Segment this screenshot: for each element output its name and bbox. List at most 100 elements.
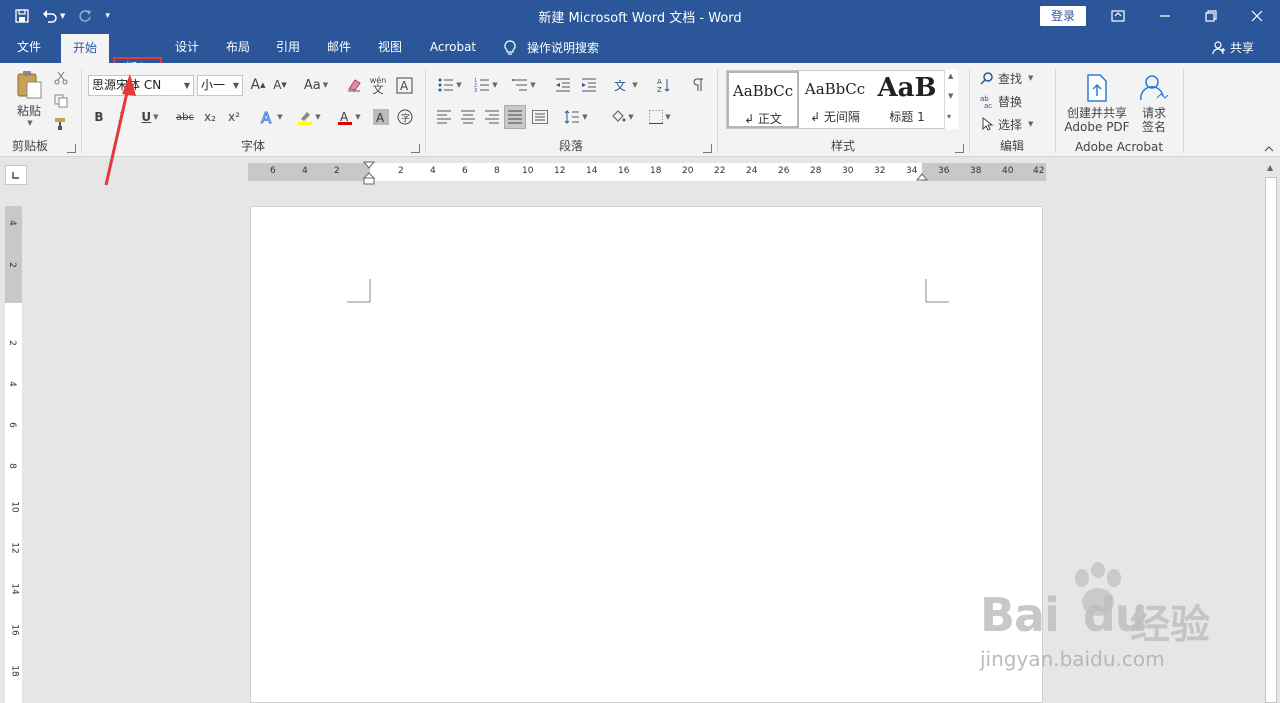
ribbon-home: 粘贴 ▼ 剪贴板 思源宋体 CN ▼ 小一 ▼ A ▲ A ▼ Aa ▼ wén…: [0, 63, 1280, 157]
replace-button[interactable]: ab ac 替换: [980, 92, 1052, 110]
font-color-button[interactable]: A ▼: [332, 107, 366, 127]
ruler-label: 10: [522, 166, 534, 176]
request-signature-label-1: 请求: [1141, 106, 1166, 120]
horizontal-ruler[interactable]: 6 4 2 2 4 6 8 10 12 14 16 18 20 22 24 26 28 30 32 34 36 38 40 4…: [248, 161, 1046, 185]
bullets-button[interactable]: ▼: [434, 75, 466, 95]
align-left-icon[interactable]: [434, 107, 454, 127]
svg-text:Z: Z: [657, 86, 662, 93]
tab-view[interactable]: 视图: [368, 32, 412, 63]
shading-button[interactable]: ▼: [606, 107, 638, 127]
tab-home[interactable]: 开始: [61, 34, 109, 63]
undo-icon[interactable]: ▼: [42, 8, 65, 24]
font-launcher-icon[interactable]: [411, 144, 420, 153]
scrollbar-thumb[interactable]: [1265, 177, 1277, 703]
share-button[interactable]: 共享: [1212, 32, 1254, 63]
customize-qat-icon[interactable]: ▾: [105, 11, 110, 21]
close-icon[interactable]: [1234, 0, 1280, 32]
format-painter-icon[interactable]: [52, 115, 70, 133]
tab-file[interactable]: 文件: [8, 32, 50, 63]
chevron-down-icon: ▼: [232, 81, 239, 90]
create-pdf-icon: [1087, 74, 1107, 102]
line-spacing-button[interactable]: ▼: [560, 107, 592, 127]
collapse-ribbon-icon[interactable]: [1262, 143, 1276, 155]
ruler-label: 26: [778, 166, 790, 176]
style-no-spacing[interactable]: AaBbCc ↲ 无间隔: [799, 71, 871, 128]
ruler-label: 4: [430, 166, 436, 176]
vertical-ruler[interactable]: 4 2 2 4 6 8 10 12 14 16 18: [5, 206, 22, 703]
create-share-pdf-button[interactable]: 创建并共享 Adobe PDF: [1060, 71, 1134, 137]
show-marks-icon[interactable]: [688, 75, 708, 95]
tab-references[interactable]: 引用: [266, 32, 310, 63]
more-styles-icon[interactable]: ▾: [947, 112, 951, 121]
grow-font-button[interactable]: A ▲: [248, 75, 268, 95]
tab-stop-selector[interactable]: [5, 165, 27, 185]
highlight-button[interactable]: ▼: [292, 107, 326, 127]
tab-acrobat[interactable]: Acrobat: [424, 32, 482, 63]
paste-button[interactable]: 粘贴 ▼: [12, 69, 46, 127]
increase-indent-icon[interactable]: [578, 75, 600, 95]
asian-layout-button[interactable]: 文 ▼: [610, 75, 642, 95]
distributed-icon[interactable]: [530, 107, 550, 127]
request-signature-button[interactable]: 请求 签名: [1136, 71, 1172, 137]
change-case-button[interactable]: Aa ▼: [300, 75, 332, 95]
subscript-button[interactable]: x₂: [200, 107, 220, 127]
style-heading-1[interactable]: AaB 标题 1: [871, 71, 943, 128]
clipboard-launcher-icon[interactable]: [67, 144, 76, 153]
numbering-button[interactable]: 1 2 3 ▼: [470, 75, 502, 95]
justify-icon[interactable]: [504, 105, 526, 129]
group-separator: [1183, 69, 1184, 153]
strikethrough-button[interactable]: abc: [174, 107, 196, 127]
tell-me-search[interactable]: 操作说明搜索: [503, 32, 599, 63]
save-icon[interactable]: [14, 8, 30, 24]
styles-gallery-scroll[interactable]: ▲ ▼ ▾: [944, 70, 958, 129]
ruler-label: 18: [9, 665, 20, 677]
minimize-icon[interactable]: [1142, 0, 1188, 32]
superscript-button[interactable]: x²: [224, 107, 244, 127]
cut-icon[interactable]: [52, 69, 70, 87]
copy-icon[interactable]: [52, 92, 70, 110]
styles-launcher-icon[interactable]: [955, 144, 964, 153]
ruler-label: 40: [1002, 166, 1014, 176]
align-center-icon[interactable]: [458, 107, 478, 127]
tab-mailings[interactable]: 邮件: [317, 32, 361, 63]
decrease-indent-icon[interactable]: [552, 75, 574, 95]
window-title: 新建 Microsoft Word 文档 - Word: [538, 11, 742, 26]
vertical-scrollbar[interactable]: ▲: [1262, 160, 1280, 703]
text-effects-button[interactable]: A ▼: [254, 107, 288, 127]
indent-markers[interactable]: [362, 161, 376, 187]
select-button[interactable]: 选择 ▼: [980, 115, 1052, 133]
tab-layout[interactable]: 布局: [216, 32, 260, 63]
sort-icon[interactable]: AZ: [654, 75, 674, 95]
character-shading-icon[interactable]: A: [372, 107, 390, 127]
paragraph-launcher-icon[interactable]: [703, 144, 712, 153]
align-right-icon[interactable]: [482, 107, 502, 127]
change-case-icon: Aa: [303, 77, 321, 93]
title-bar: ▼ ▾ 新建 Microsoft Word 文档 - Word 登录: [0, 0, 1280, 32]
watermark-url: jingyan.baidu.com: [980, 647, 1165, 671]
scroll-up-icon[interactable]: ▲: [1267, 163, 1273, 172]
tab-design[interactable]: 设计: [165, 32, 209, 63]
login-button[interactable]: 登录: [1040, 6, 1086, 26]
shrink-font-button[interactable]: A ▼: [270, 75, 290, 95]
font-size-combo[interactable]: 小一 ▼: [197, 75, 243, 96]
clear-formatting-icon[interactable]: [344, 75, 364, 95]
document-page[interactable]: [250, 206, 1043, 703]
enclose-characters-icon[interactable]: 字: [396, 107, 414, 127]
right-indent-marker[interactable]: [915, 173, 929, 183]
find-label: 查找: [998, 71, 1023, 86]
borders-button[interactable]: ▼: [644, 107, 676, 127]
phonetic-guide-button[interactable]: wén 文: [368, 73, 388, 97]
ribbon-display-options-icon[interactable]: [1095, 0, 1141, 32]
signature-icon: [1140, 75, 1169, 101]
scroll-up-icon[interactable]: ▲: [948, 72, 953, 80]
find-button[interactable]: 查找 ▼: [980, 69, 1052, 87]
multilevel-list-button[interactable]: ▼: [508, 75, 540, 95]
scroll-down-icon[interactable]: ▼: [948, 92, 953, 100]
borders-icon: [649, 110, 664, 124]
redo-icon[interactable]: [77, 8, 93, 24]
character-border-icon[interactable]: A: [394, 75, 414, 95]
styles-gallery: AaBbCc ↲ 正文 AaBbCc ↲ 无间隔 AaB 标题 1: [726, 70, 958, 129]
svg-text:A: A: [340, 110, 349, 124]
style-normal[interactable]: AaBbCc ↲ 正文: [727, 71, 799, 128]
restore-icon[interactable]: [1188, 0, 1234, 32]
